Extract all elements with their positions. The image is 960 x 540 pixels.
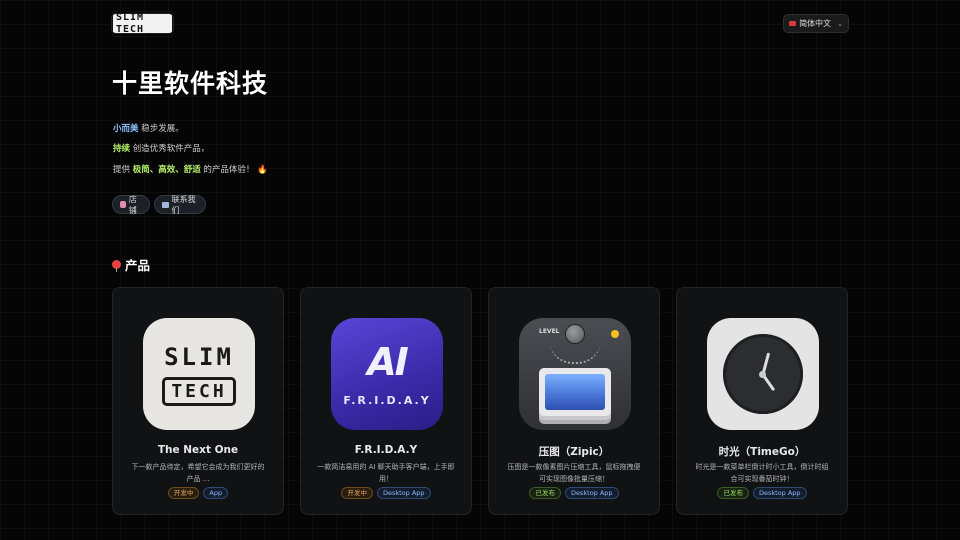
store-button-label: 店铺 [128, 194, 137, 215]
products-heading: 产品 [112, 255, 150, 274]
product-name: F.R.I.D.A.Y [354, 444, 418, 456]
site-logo[interactable]: SLIM TECH [112, 10, 173, 37]
status-badge: 开发中 [341, 487, 373, 499]
tagline-1-highlight: 小而美 [113, 124, 139, 134]
product-desc: 一款简洁易用的 AI 聊天助手客户端，上手即用！ [317, 463, 455, 483]
product-desc: 压图是一款像素图片压缩工具，鼠标拖拽便可实现图像批量压缩！ [507, 463, 641, 483]
product-name: 压图（Zipic） [538, 446, 610, 458]
type-badge: App [203, 487, 229, 499]
product-tags: 已发布 Desktop App [677, 487, 847, 499]
tagline-3-prefix: 提供 [113, 165, 133, 175]
status-badge: 开发中 [167, 487, 200, 499]
type-badge: Desktop App [376, 487, 431, 499]
product-tags: 已发布 Desktop App [489, 487, 659, 499]
product-card-zipic[interactable]: LEVEL 压图（Zipic） 压图是一款像素图片压缩工具，鼠标拖拽便可实现图像… [488, 287, 660, 515]
language-select[interactable]: 简体中文 ⌄ [783, 14, 849, 33]
products-heading-label: 产品 [125, 258, 151, 273]
tagline-3-suffix: 的产品体验！ [200, 165, 255, 175]
product-card-friday[interactable]: AI F.R.I.D.A.Y F.R.I.D.A.Y 一款简洁易用的 AI 聊天… [300, 287, 472, 515]
contact-button-label: 联系我们 [171, 194, 196, 215]
product-tags: 开发中 Desktop App [301, 487, 471, 499]
friday-icon-subtext: F.R.I.D.A.Y [343, 394, 431, 407]
store-icon [120, 201, 126, 208]
status-badge: 已发布 [717, 487, 749, 499]
fire-icon: 🔥 [257, 165, 268, 175]
product-desc: 下一款产品待定，希望它会成为我们更好的产品 ... [131, 463, 265, 483]
logo-text: SLIM TECH [112, 10, 173, 37]
zipic-logo-icon: LEVEL [519, 318, 631, 430]
tagline-2: 持续 创造优秀软件产品， [113, 142, 209, 154]
zipic-level-label: LEVEL [539, 328, 560, 335]
product-tags: 开发中 App [113, 487, 283, 499]
pin-icon [112, 260, 121, 272]
contact-icon [162, 201, 169, 208]
product-name: The Next One [157, 444, 239, 456]
tagline-2-text: 创造优秀软件产品， [130, 144, 210, 154]
product-name: 时光（TimeGo） [718, 446, 806, 458]
tagline-1-text: 稳步发展。 [138, 124, 184, 134]
type-badge: Desktop App [564, 487, 619, 499]
chevron-down-icon: ⌄ [837, 19, 843, 28]
friday-ai-logo-icon: AI F.R.I.D.A.Y [331, 318, 443, 430]
product-card-timego[interactable]: 时光（TimeGo） 时光是一款菜单栏倒计时小工具，倒计时组合可实现番茄时钟！ … [676, 287, 848, 515]
flag-icon [789, 21, 797, 26]
status-badge: 已发布 [529, 487, 561, 499]
tagline-3-highlight: 极简、高效、舒适 [132, 165, 201, 175]
friday-icon-text: AI [367, 340, 409, 384]
page-title: 十里软件科技 [112, 69, 269, 98]
tagline-2-highlight: 持续 [113, 144, 131, 154]
slim-tech-logo-icon: SLIM TECH [143, 318, 255, 430]
store-button[interactable]: 店铺 [112, 194, 150, 215]
clock-logo-icon [707, 318, 819, 430]
product-card-next-one[interactable]: SLIM TECH The Next One 下一款产品待定，希望它会成为我们更… [112, 287, 284, 515]
language-label: 简体中文 [799, 19, 832, 28]
contact-button[interactable]: 联系我们 [154, 194, 206, 215]
tagline-1: 小而美 稳步发展。 [113, 122, 184, 134]
product-desc: 时光是一款菜单栏倒计时小工具，倒计时组合可实现番茄时钟！ [695, 463, 829, 483]
tagline-3: 提供 极简、高效、舒适 的产品体验！ 🔥 [113, 163, 268, 175]
type-badge: Desktop App [752, 487, 807, 499]
